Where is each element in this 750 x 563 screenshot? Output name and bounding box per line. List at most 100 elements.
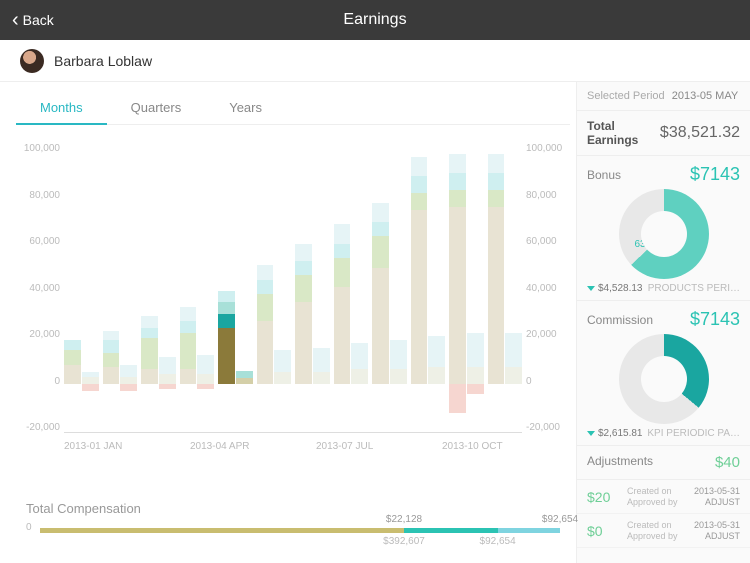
tc-label: $92,654 <box>480 536 516 547</box>
bar <box>390 143 407 384</box>
period-tabs: Months Quarters Years <box>16 92 570 125</box>
bar-group[interactable] <box>218 143 253 384</box>
earnings-chart[interactable]: 100,00080,00060,00040,00020,0000-20,000 … <box>16 143 570 493</box>
bar <box>274 143 291 384</box>
x-tick: 2013-10 OCT <box>442 441 522 452</box>
bonus-block[interactable]: Bonus $7143 63% $4,528.13 PRODUCTS PERI… <box>577 156 750 301</box>
total-compensation: Total Compensation 0 $22,128$392,607$92,… <box>16 501 570 548</box>
bar-group[interactable] <box>180 143 215 384</box>
bar-group[interactable] <box>64 143 99 384</box>
adj-meta: Created on2013-05-31 Approved byADJUST <box>627 520 740 541</box>
tc-label: $392,607 <box>383 536 425 547</box>
chevron-left-icon: ‹ <box>12 10 19 30</box>
user-name: Barbara Loblaw <box>54 53 152 69</box>
navbar: ‹ Back Earnings <box>0 0 750 40</box>
bar-group[interactable] <box>449 143 484 384</box>
bar <box>141 143 158 384</box>
bar-group[interactable] <box>295 143 330 384</box>
x-tick: 2013-01 JAN <box>64 441 144 452</box>
adjustment-row[interactable]: $0 Created on2013-05-31 Approved byADJUS… <box>577 514 750 548</box>
adj-amount: $20 <box>587 489 621 505</box>
total-comp-bar[interactable]: $22,128$392,607$92,654$92,654 <box>40 528 560 533</box>
tab-months[interactable]: Months <box>16 92 107 125</box>
adjustments-header[interactable]: Adjustments $40 <box>577 446 750 480</box>
adj-meta: Created on2013-05-31 Approved byADJUST <box>627 486 740 507</box>
total-earnings-value: $38,521.32 <box>660 124 740 142</box>
adj-amount: $0 <box>587 523 621 539</box>
tab-quarters[interactable]: Quarters <box>107 92 206 124</box>
bar-group[interactable] <box>488 143 523 384</box>
bar <box>257 143 274 384</box>
commission-delta: $2,615.81 <box>587 428 643 439</box>
y-tick: 80,000 <box>526 190 570 201</box>
bar <box>428 143 445 384</box>
total-comp-title: Total Compensation <box>26 501 560 516</box>
bar <box>197 143 214 384</box>
y-tick: 0 <box>526 376 570 387</box>
bar <box>313 143 330 384</box>
bar <box>488 143 505 384</box>
bar <box>505 143 522 384</box>
bar-group[interactable] <box>411 143 446 384</box>
commission-caption: KPI PERIODIC PA… <box>647 428 740 439</box>
bar-group[interactable] <box>334 143 369 384</box>
adjustment-row[interactable]: $20 Created on2013-05-31 Approved byADJU… <box>577 480 750 514</box>
total-earnings-row: Total Earnings $38,521.32 <box>577 111 750 156</box>
bar <box>159 143 176 384</box>
bar-group[interactable] <box>372 143 407 384</box>
y-tick: 80,000 <box>16 190 60 201</box>
sidebar: Selected Period 2013-05 MAY Total Earnin… <box>576 82 750 563</box>
page-title: Earnings <box>343 11 406 29</box>
bar <box>449 143 466 384</box>
selected-period: Selected Period 2013-05 MAY <box>577 82 750 111</box>
y-tick: 40,000 <box>526 283 570 294</box>
bar <box>351 143 368 384</box>
selected-period-value: 2013-05 MAY <box>672 90 738 102</box>
y-tick: 40,000 <box>16 283 60 294</box>
bonus-amount: $7143 <box>690 164 740 185</box>
x-axis: 2013-01 JAN 2013-04 APR 2013-07 JUL 2013-10… <box>64 441 522 452</box>
main-panel: Months Quarters Years 100,000 80,000 60,00… <box>0 82 576 563</box>
y-axis-right: 100,000 80,000 60,000 40,000 20,000 0 -20,000 <box>526 143 570 433</box>
y-tick: 20,000 <box>526 329 570 340</box>
tc-zero: 0 <box>26 522 32 533</box>
bar <box>411 143 428 384</box>
adjustments-amount: $40 <box>715 454 740 471</box>
bonus-delta: $4,528.13 <box>587 283 643 294</box>
y-tick: 100,000 <box>16 143 60 154</box>
bar <box>120 143 137 384</box>
bar <box>372 143 389 384</box>
bonus-donut: 63% <box>619 189 709 279</box>
commission-block[interactable]: Commission $7143 36% $2,615.81 KPI PERIO… <box>577 301 750 446</box>
bar <box>103 143 120 384</box>
commission-amount: $7143 <box>690 309 740 330</box>
x-tick: 2013-04 APR <box>190 441 270 452</box>
bar <box>295 143 312 384</box>
avatar[interactable] <box>20 49 44 73</box>
tc-label: $22,128 <box>386 514 422 525</box>
bonus-caption: PRODUCTS PERI… <box>648 283 740 294</box>
bar-group[interactable] <box>257 143 292 384</box>
adjustments-label: Adjustments <box>587 454 653 471</box>
bar-group[interactable] <box>103 143 138 384</box>
y-tick: 60,000 <box>16 236 60 247</box>
triangle-down-icon <box>587 286 595 291</box>
bar <box>64 143 81 384</box>
y-tick: -20,000 <box>526 422 570 433</box>
y-tick: -20,000 <box>16 422 60 433</box>
tc-label: $92,654 <box>542 514 578 525</box>
y-tick: 60,000 <box>526 236 570 247</box>
bar <box>467 143 484 384</box>
back-button[interactable]: ‹ Back <box>0 10 66 30</box>
y-tick: 20,000 <box>16 329 60 340</box>
chart-plot <box>64 143 522 433</box>
bar-group[interactable] <box>141 143 176 384</box>
back-label: Back <box>23 12 54 28</box>
y-tick: 100,000 <box>526 143 570 154</box>
y-tick: 0 <box>16 376 60 387</box>
bar <box>236 143 253 384</box>
user-row: Barbara Loblaw <box>0 40 750 82</box>
bar <box>82 143 99 384</box>
tab-years[interactable]: Years <box>205 92 286 124</box>
x-tick: 2013-07 JUL <box>316 441 396 452</box>
